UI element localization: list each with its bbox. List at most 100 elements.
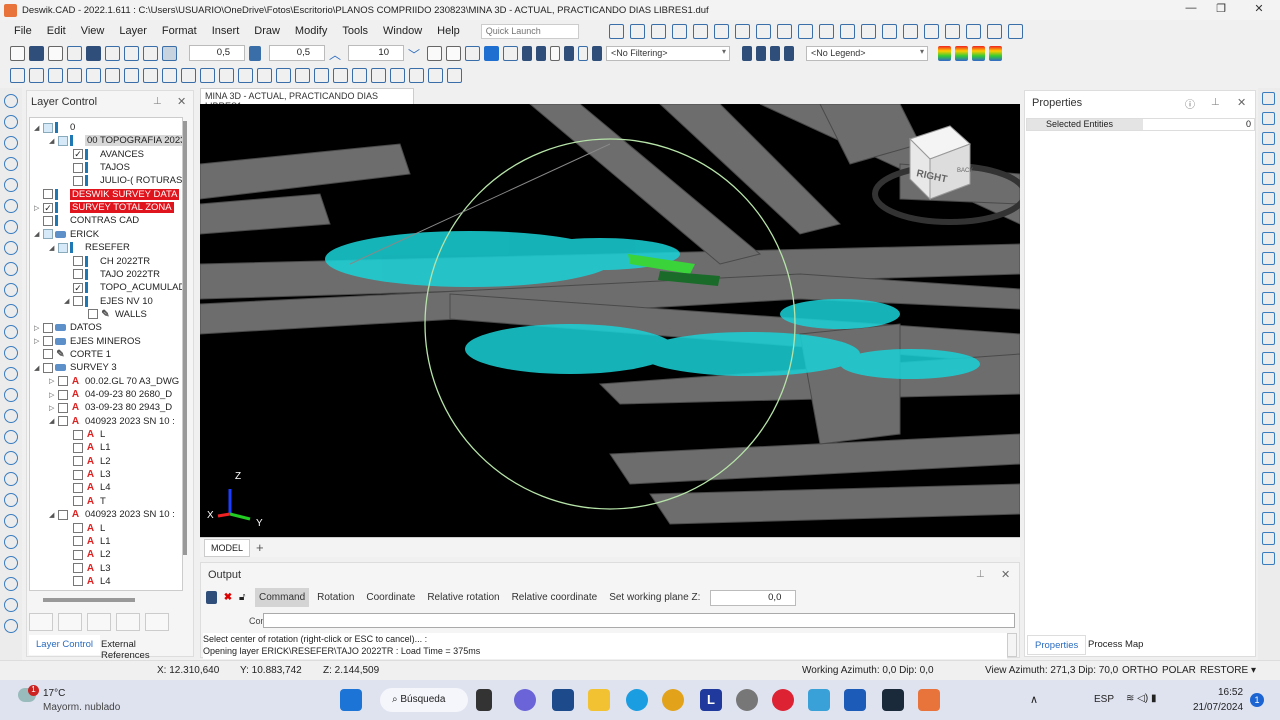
open-folder-icon[interactable] <box>29 45 44 61</box>
view-tool-17-icon[interactable] <box>944 23 960 39</box>
layer-row[interactable]: ✎ CORTE 1 <box>34 348 111 361</box>
new-file-icon[interactable] <box>10 45 25 61</box>
plane-icon[interactable] <box>465 45 480 61</box>
l-app-icon[interactable]: L <box>700 689 722 711</box>
filtering-dropdown[interactable]: <No Filtering> <box>606 45 730 61</box>
layer-row[interactable]: ◢ SURVEY 3 <box>34 361 117 374</box>
menu-format[interactable]: Format <box>162 25 197 37</box>
snap-tool-21-icon[interactable] <box>390 67 405 83</box>
layer-row[interactable]: ✓ TOPO_ACUMULADO <box>64 281 182 294</box>
working-plane-input[interactable]: 0,0 <box>710 589 797 606</box>
snap-tool-17-icon[interactable] <box>314 67 329 83</box>
layer-row[interactable]: TAJO 2022TR <box>64 268 160 281</box>
layer-row[interactable]: CONTRAS CAD <box>34 214 139 227</box>
snap-tool-10-icon[interactable] <box>181 67 196 83</box>
view-side-tool-4-icon[interactable] <box>1262 152 1275 165</box>
layer-checkbox[interactable] <box>73 496 83 507</box>
view-tool-9-icon[interactable] <box>776 23 792 39</box>
draw-tool-10-icon[interactable] <box>4 283 18 297</box>
view-side-tool-23-icon[interactable] <box>1262 532 1275 545</box>
layer-checkbox[interactable] <box>43 189 53 200</box>
snap-tool-4-icon[interactable] <box>67 67 82 83</box>
teams-icon[interactable] <box>514 689 536 711</box>
layer-row[interactable]: ✎ WALLS <box>79 308 147 321</box>
ortho-toggle[interactable]: ORTHO <box>1122 665 1158 676</box>
snap-tool-15-icon[interactable] <box>276 67 291 83</box>
view-tool-10-icon[interactable] <box>797 23 813 39</box>
layer-row[interactable]: ▷ EJES MINEROS <box>34 335 141 348</box>
maximize-button[interactable]: ❐ <box>1206 2 1236 18</box>
add-tab-button[interactable]: + <box>256 540 264 555</box>
layer-checkbox[interactable] <box>58 376 68 387</box>
layer-row[interactable]: JULIO-( ROTURAS <box>64 174 182 187</box>
view-tool-2-icon[interactable] <box>629 23 645 39</box>
copy-icon[interactable] <box>206 591 217 604</box>
snap-tool-19-icon[interactable] <box>352 67 367 83</box>
layer-checkbox[interactable] <box>88 309 98 320</box>
command-input[interactable] <box>263 613 1015 628</box>
tab-model[interactable]: MODEL <box>204 538 251 557</box>
draw-tool-5-icon[interactable] <box>4 178 18 192</box>
tab-relative-coordinate[interactable]: Relative coordinate <box>508 588 602 607</box>
view-tool-3-icon[interactable] <box>650 23 666 39</box>
language-indicator[interactable]: ESP <box>1094 694 1114 705</box>
settings-icon[interactable] <box>736 689 758 711</box>
view-side-tool-14-icon[interactable] <box>1262 352 1275 365</box>
layer-checkbox[interactable] <box>58 402 68 413</box>
clock-time[interactable]: 16:52 <box>1218 687 1243 698</box>
lock-icon[interactable]: 🔓︎ <box>239 592 251 603</box>
view-tool-15-icon[interactable] <box>902 23 918 39</box>
output-pin-icon[interactable]: ⊥ <box>976 569 985 580</box>
view-tool-4-icon[interactable] <box>671 23 687 39</box>
tree-vertical-scrollbar[interactable] <box>183 121 187 555</box>
view-side-tool-17-icon[interactable] <box>1262 412 1275 425</box>
view-side-tool-7-icon[interactable] <box>1262 212 1275 225</box>
draw-tool-14-icon[interactable] <box>4 367 18 381</box>
word-icon[interactable] <box>844 689 866 711</box>
layer-checkbox[interactable] <box>73 256 83 266</box>
snap-tool-2-icon[interactable] <box>29 67 44 83</box>
filter-x-icon[interactable] <box>742 45 752 61</box>
expand-toggle-icon[interactable]: ▷ <box>34 204 43 212</box>
layer-checkbox[interactable] <box>73 536 83 547</box>
draw-tool-17-icon[interactable] <box>4 430 18 444</box>
tab-command[interactable]: Command <box>255 588 310 607</box>
layer-row[interactable]: AL <box>64 428 105 441</box>
tab-process-map[interactable]: Process Map <box>1081 635 1150 655</box>
view-tool-5-icon[interactable] <box>692 23 708 39</box>
close-button[interactable]: ✕ <box>1244 2 1274 18</box>
layer-row[interactable]: A L4 <box>64 575 111 588</box>
menu-layer[interactable]: Layer <box>119 25 147 37</box>
tab-rotation[interactable]: Rotation <box>313 588 358 607</box>
snap-tool-14-icon[interactable] <box>257 67 272 83</box>
layer-new-icon[interactable] <box>29 613 53 631</box>
eye-view-icon[interactable] <box>162 45 177 61</box>
view-tool-18-icon[interactable] <box>965 23 981 39</box>
properties-pin-icon[interactable]: ⊥ <box>1211 97 1220 108</box>
view-side-tool-11-icon[interactable] <box>1262 292 1275 305</box>
layer-row[interactable]: AL <box>64 522 105 535</box>
view-tool-6-icon[interactable] <box>713 23 729 39</box>
draw-tool-12-icon[interactable] <box>4 325 18 339</box>
menu-tools[interactable]: Tools <box>342 25 368 37</box>
draw-tool-21-icon[interactable] <box>4 514 18 528</box>
layer-checkbox[interactable] <box>73 442 83 453</box>
layer-checkbox[interactable] <box>73 563 83 574</box>
snap-tool-7-icon[interactable] <box>124 67 139 83</box>
view-tool-8-icon[interactable] <box>755 23 771 39</box>
draw-tool-4-icon[interactable] <box>4 157 18 171</box>
save-icon[interactable] <box>48 45 63 61</box>
view-side-tool-6-icon[interactable] <box>1262 192 1275 205</box>
chevron-up-icon[interactable]: ︿ <box>329 46 344 62</box>
wifi-volume-battery-icon[interactable]: ≋ ◁) ▮ <box>1126 693 1156 704</box>
layer-checkbox[interactable] <box>43 322 53 333</box>
layer-checkbox[interactable] <box>73 162 83 173</box>
view-side-tool-20-icon[interactable] <box>1262 472 1275 485</box>
view-side-tool-19-icon[interactable] <box>1262 452 1275 465</box>
snap-tool-24-icon[interactable] <box>447 67 462 83</box>
layer-checkbox[interactable] <box>43 362 53 373</box>
menu-window[interactable]: Window <box>383 25 422 37</box>
filter-apply-icon[interactable] <box>784 45 794 61</box>
document-tab[interactable]: MINA 3D - ACTUAL, PRACTICANDO DIAS LIBRE… <box>200 88 414 111</box>
draw-tool-7-icon[interactable] <box>4 220 18 234</box>
